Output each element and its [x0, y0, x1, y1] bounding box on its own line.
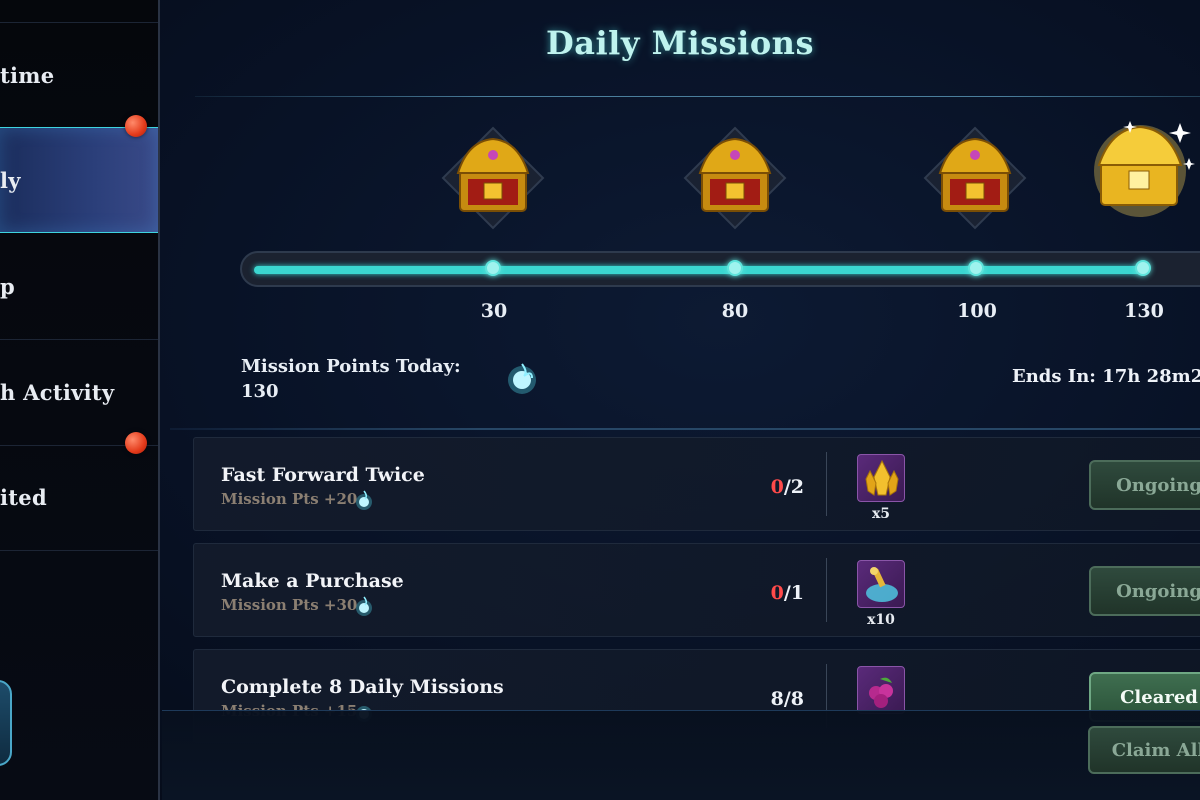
spirit-wisp-icon	[502, 358, 542, 398]
mission-points-reward: Mission Pts +20	[221, 490, 358, 508]
progress-total: /8	[783, 688, 804, 710]
notification-badge	[125, 115, 147, 137]
milestone-node	[727, 260, 743, 276]
progress-current: 0	[770, 582, 784, 604]
sparkling-gold-chest-icon[interactable]	[1085, 113, 1195, 223]
sidebar-item-label: ly	[0, 167, 21, 193]
progress-current: 0	[770, 476, 784, 498]
sidebar-item-label: ited	[0, 485, 47, 510]
mission-progress: 0/1	[754, 582, 804, 604]
progress-total: /2	[783, 476, 804, 498]
gold-crystal-icon[interactable]	[857, 454, 905, 502]
mission-name: Fast Forward Twice	[221, 464, 425, 486]
mission-row: Fast Forward Twice Mission Pts +20 0/2 x…	[193, 437, 1200, 531]
gold-chest-icon[interactable]	[438, 123, 548, 233]
milestone-node	[1135, 260, 1151, 276]
mission-progress: 0/2	[754, 476, 804, 498]
status-button-ongoing[interactable]: Ongoing	[1089, 566, 1200, 616]
mission-points-panel: Mission Points Today: 130	[241, 354, 461, 404]
grape-fruit-icon[interactable]	[857, 666, 905, 714]
sidebar-item-activity[interactable]: h Activity	[0, 340, 158, 446]
divider	[170, 428, 1200, 430]
divider	[195, 96, 1200, 97]
sidebar-item-label: p	[0, 274, 15, 299]
claim-all-button[interactable]: Claim All	[1088, 726, 1200, 774]
mission-progress: 8/8	[754, 688, 804, 710]
milestone-label: 30	[480, 300, 508, 322]
mission-points-label: Mission Points Today:	[241, 356, 461, 377]
progress-total: /1	[783, 582, 804, 604]
mission-points-value: 130	[241, 381, 279, 402]
sidebar-item-limited[interactable]: ited	[0, 445, 158, 551]
magic-potion-icon[interactable]	[857, 560, 905, 608]
spirit-wisp-icon	[356, 596, 372, 616]
sidebar-item-time[interactable]: time	[0, 22, 158, 128]
gold-chest-icon[interactable]	[680, 123, 790, 233]
sidebar-item-daily[interactable]: ly	[0, 127, 158, 233]
sidebar-item-shop[interactable]: p	[0, 234, 158, 340]
milestone-label: 100	[957, 300, 997, 322]
milestone-node	[968, 260, 984, 276]
status-button-ongoing[interactable]: Ongoing	[1089, 460, 1200, 510]
page-title: Daily Missions	[546, 24, 814, 62]
reward-count: x5	[871, 506, 891, 522]
reward-count: x10	[867, 612, 895, 628]
gold-chest-icon[interactable]	[920, 123, 1030, 233]
sidebar-scroll-handle[interactable]	[0, 680, 12, 766]
notification-badge	[125, 432, 147, 454]
sidebar-item-label: time	[0, 62, 55, 88]
milestone-label: 130	[1124, 300, 1164, 322]
progress-fill	[254, 266, 1144, 274]
progress-current: 8	[770, 688, 784, 710]
divider	[826, 452, 827, 516]
sidebar-item-label: h Activity	[0, 380, 115, 405]
divider	[826, 558, 827, 622]
mission-points-reward: Mission Pts +30	[221, 596, 358, 614]
ends-in-timer: Ends In: 17h 28m2	[1012, 366, 1200, 387]
mission-name: Complete 8 Daily Missions	[221, 676, 504, 698]
milestone-node	[485, 260, 501, 276]
points-progress-bar	[240, 251, 1200, 287]
milestone-label: 80	[721, 300, 749, 322]
spirit-wisp-icon	[356, 490, 372, 510]
mission-row: Make a Purchase Mission Pts +30 0/1 x10 …	[193, 543, 1200, 637]
footer-bar	[162, 710, 1200, 800]
mission-name: Make a Purchase	[221, 570, 404, 592]
